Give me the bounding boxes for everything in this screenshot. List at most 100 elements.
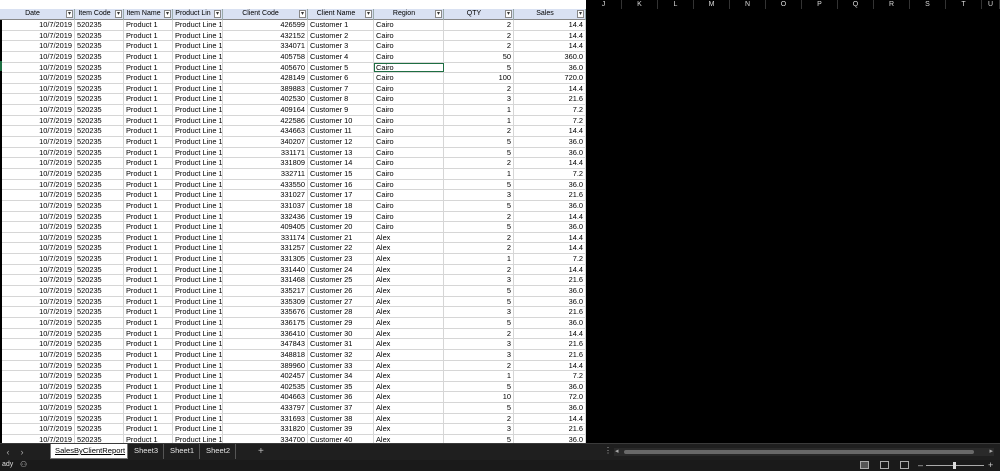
table-cell[interactable]: 2	[444, 360, 514, 371]
table-cell[interactable]: Alex	[374, 232, 444, 243]
table-cell[interactable]: 331257	[223, 243, 308, 254]
page-layout-icon[interactable]	[880, 461, 889, 469]
scroll-left-icon[interactable]: ◂	[615, 448, 619, 456]
table-cell[interactable]: 10	[444, 392, 514, 403]
table-cell[interactable]: 21.6	[514, 349, 586, 360]
table-cell[interactable]: Product Line 1	[173, 20, 223, 30]
table-cell[interactable]: 21.6	[514, 275, 586, 286]
zoom-out-icon[interactable]: –	[918, 460, 923, 470]
table-cell[interactable]: 520235	[75, 41, 124, 51]
table-cell[interactable]: 520235	[75, 105, 124, 115]
table-cell[interactable]: Product 1	[124, 62, 173, 73]
table-cell[interactable]: 520235	[75, 115, 124, 126]
table-cell[interactable]: Cairo	[374, 62, 444, 73]
table-cell[interactable]: 10/7/2019	[0, 200, 75, 211]
table-cell[interactable]: Product Line 1	[173, 158, 223, 168]
table-cell[interactable]: 520235	[75, 296, 124, 307]
table-cell[interactable]: 10/7/2019	[0, 137, 75, 147]
table-cell[interactable]: 10/7/2019	[0, 168, 75, 179]
table-cell[interactable]: Product Line 1	[173, 105, 223, 115]
table-cell[interactable]: Customer 20	[308, 222, 374, 232]
table-cell[interactable]: 5	[444, 403, 514, 413]
table-cell[interactable]: 520235	[75, 232, 124, 243]
table-cell[interactable]: 7.2	[514, 105, 586, 115]
table-cell[interactable]: 2	[444, 20, 514, 30]
accessibility-icon[interactable]: ⚇	[20, 460, 27, 469]
table-cell[interactable]: Product 1	[124, 275, 173, 286]
table-cell[interactable]: 10/7/2019	[0, 20, 75, 30]
table-cell[interactable]: 331037	[223, 200, 308, 211]
table-cell[interactable]: 5	[444, 286, 514, 296]
table-cell[interactable]: Product 1	[124, 328, 173, 339]
table-cell[interactable]: Product 1	[124, 232, 173, 243]
table-cell[interactable]: 432152	[223, 30, 308, 41]
table-cell[interactable]: 3	[444, 349, 514, 360]
table-cell[interactable]: Customer 33	[308, 360, 374, 371]
header-cell[interactable]: QTY ▾	[444, 9, 514, 20]
table-cell[interactable]: 36.0	[514, 286, 586, 296]
table-cell[interactable]: 520235	[75, 179, 124, 190]
table-cell[interactable]: 14.4	[514, 360, 586, 371]
table-cell[interactable]: 347843	[223, 339, 308, 349]
table-cell[interactable]: Product 1	[124, 168, 173, 179]
column-header-t[interactable]: T	[946, 0, 982, 9]
table-cell[interactable]: 332711	[223, 168, 308, 179]
table-cell[interactable]: 21.6	[514, 94, 586, 105]
table-cell[interactable]: Product Line 1	[173, 41, 223, 51]
table-cell[interactable]: 5	[444, 147, 514, 158]
table-cell[interactable]: Product 1	[124, 83, 173, 94]
filter-dropdown-icon[interactable]: ▾	[66, 10, 73, 18]
table-cell[interactable]: Product Line 1	[173, 296, 223, 307]
table-cell[interactable]: 10/7/2019	[0, 83, 75, 94]
table-cell[interactable]: 5	[444, 137, 514, 147]
table-cell[interactable]: 3	[444, 275, 514, 286]
table-cell[interactable]: Product Line 1	[173, 264, 223, 275]
table-cell[interactable]: Customer 24	[308, 264, 374, 275]
table-cell[interactable]: 36.0	[514, 381, 586, 392]
table-cell[interactable]: Product Line 1	[173, 147, 223, 158]
table-cell[interactable]: 10/7/2019	[0, 105, 75, 115]
table-cell[interactable]: 335676	[223, 307, 308, 317]
table-cell[interactable]: Product Line 1	[173, 424, 223, 434]
table-cell[interactable]: 520235	[75, 243, 124, 254]
table-cell[interactable]: 36.0	[514, 179, 586, 190]
table-cell[interactable]: Product 1	[124, 179, 173, 190]
table-cell[interactable]: 335309	[223, 296, 308, 307]
table-cell[interactable]: 520235	[75, 349, 124, 360]
table-cell[interactable]: Product 1	[124, 94, 173, 105]
table-cell[interactable]: 10/7/2019	[0, 328, 75, 339]
table-cell[interactable]: Product Line 1	[173, 211, 223, 222]
table-cell[interactable]: 336410	[223, 328, 308, 339]
table-cell[interactable]: 36.0	[514, 147, 586, 158]
filter-dropdown-icon[interactable]: ▾	[505, 10, 512, 18]
table-cell[interactable]: 334071	[223, 41, 308, 51]
table-cell[interactable]: 402457	[223, 371, 308, 381]
sheet-tab[interactable]: Sheet1	[166, 444, 200, 459]
table-cell[interactable]: Customer 2	[308, 30, 374, 41]
table-cell[interactable]: 10/7/2019	[0, 360, 75, 371]
table-cell[interactable]: Customer 10	[308, 115, 374, 126]
table-cell[interactable]: 520235	[75, 424, 124, 434]
chevron-right-icon[interactable]: ›	[16, 446, 28, 458]
table-cell[interactable]: Customer 13	[308, 147, 374, 158]
table-cell[interactable]: 5	[444, 179, 514, 190]
table-cell[interactable]: Cairo	[374, 94, 444, 105]
table-cell[interactable]: Customer 31	[308, 339, 374, 349]
header-cell[interactable]: Item Code ▾	[75, 9, 124, 20]
filter-dropdown-icon[interactable]: ▾	[164, 10, 171, 18]
table-cell[interactable]: 331809	[223, 158, 308, 168]
table-cell[interactable]: Product Line 1	[173, 371, 223, 381]
table-cell[interactable]: 10/7/2019	[0, 222, 75, 232]
table-cell[interactable]: 14.4	[514, 41, 586, 51]
table-cell[interactable]: 520235	[75, 51, 124, 62]
table-cell[interactable]: 10/7/2019	[0, 158, 75, 168]
table-cell[interactable]: Alex	[374, 286, 444, 296]
table-cell[interactable]: 520235	[75, 286, 124, 296]
table-cell[interactable]: 434663	[223, 126, 308, 137]
table-cell[interactable]: 2	[444, 211, 514, 222]
table-cell[interactable]: 520235	[75, 83, 124, 94]
table-cell[interactable]: Product Line 1	[173, 307, 223, 317]
table-cell[interactable]: Alex	[374, 434, 444, 443]
table-cell[interactable]: Cairo	[374, 126, 444, 137]
table-cell[interactable]: Product Line 1	[173, 200, 223, 211]
